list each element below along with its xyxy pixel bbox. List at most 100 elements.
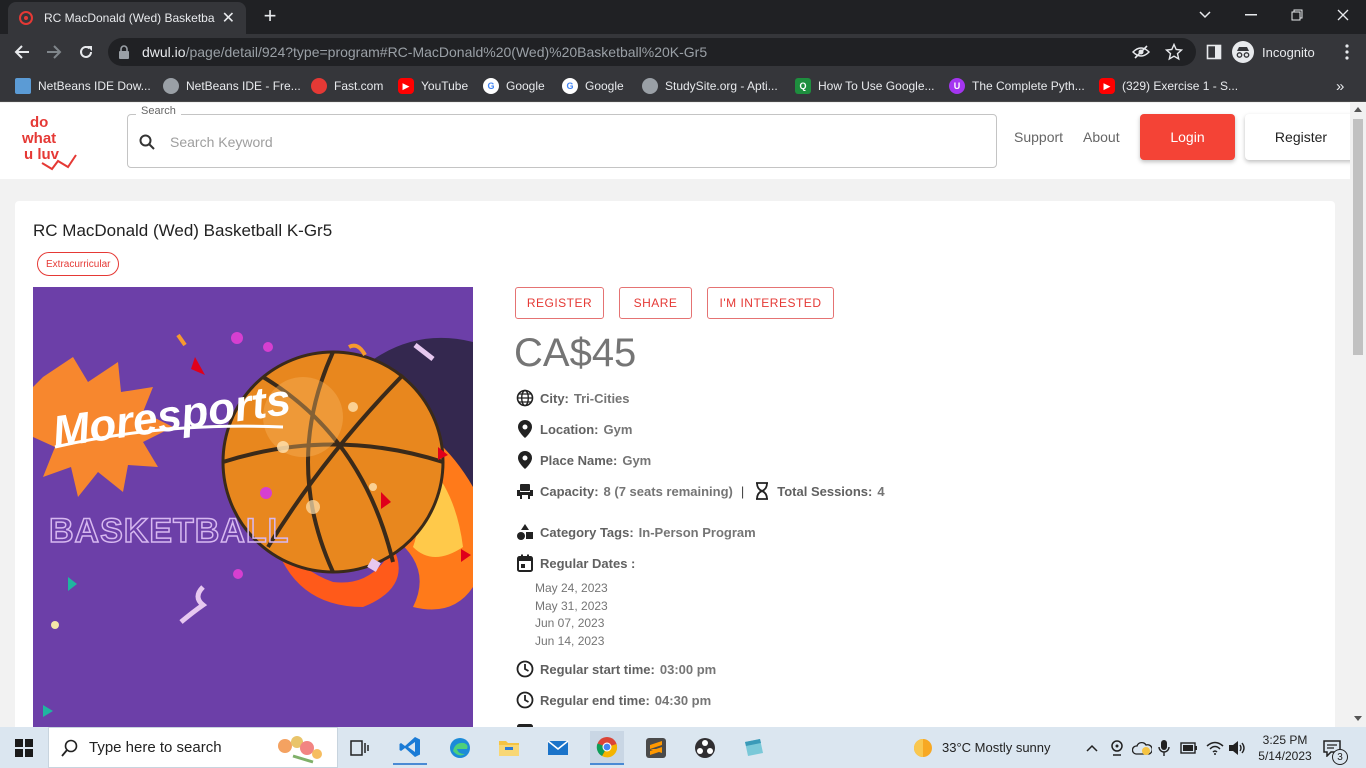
volume-icon[interactable] [1228, 727, 1246, 768]
bookmark-item[interactable]: G Google [562, 76, 624, 96]
forward-icon[interactable] [41, 39, 67, 65]
address-bar[interactable]: dwul.io/page/detail/924?type=program#RC-… [108, 38, 1196, 66]
lock-icon[interactable] [118, 45, 130, 59]
restore-icon[interactable] [1274, 0, 1320, 30]
incognito-label: Incognito [1262, 44, 1315, 60]
notifications-count: 3 [1332, 749, 1348, 765]
sublime-icon[interactable] [639, 731, 673, 765]
bookmark-star-icon[interactable] [1165, 43, 1183, 61]
program-title: RC MacDonald (Wed) Basketball K-Gr5 [33, 221, 333, 240]
svg-text:what: what [21, 130, 56, 147]
bookmark-item[interactable]: Fast.com [311, 76, 383, 96]
youtube-icon: ▶ [398, 78, 414, 94]
close-window-icon[interactable] [1320, 0, 1366, 30]
capacity-label: Capacity: [540, 483, 599, 499]
windows-start-icon[interactable] [7, 731, 41, 765]
onedrive-icon[interactable] [1132, 727, 1152, 768]
bookmark-item[interactable]: Q How To Use Google... [795, 76, 935, 96]
obs-icon[interactable] [688, 731, 722, 765]
clock-date: 5/14/2023 [1258, 748, 1312, 763]
battery-icon[interactable] [1180, 727, 1198, 768]
vscode-icon[interactable] [393, 731, 427, 765]
notifications-icon[interactable]: 3 [1322, 727, 1348, 768]
sun-icon [912, 737, 934, 759]
incognito-badge[interactable]: Incognito [1232, 38, 1315, 66]
bookmark-item[interactable]: NetBeans IDE Dow... [15, 76, 151, 96]
webcam-icon[interactable] [1110, 727, 1124, 768]
incognito-icon [1232, 41, 1254, 63]
capacity-row: Capacity: 8 (7 seats remaining) | Total … [515, 480, 885, 502]
minimize-icon[interactable] [1228, 0, 1274, 30]
browser-tab[interactable]: RC MacDonald (Wed) Basketball K-Gr5 ✕ [8, 2, 246, 34]
new-tab-icon[interactable]: + [258, 4, 282, 28]
category-row: Category Tags: In-Person Program [515, 521, 756, 543]
register-header-button[interactable]: Register [1245, 114, 1357, 160]
start-time-label: Regular start time: [540, 661, 655, 677]
hero-sport-text: BASKETBALL [49, 512, 289, 550]
bookmark-item[interactable]: ▶ (329) Exercise 1 - S... [1099, 76, 1238, 96]
tab-search-icon[interactable] [1182, 0, 1228, 30]
bookmark-item[interactable]: G Google [483, 76, 545, 96]
bookmark-label: StudySite.org - Apti... [665, 79, 778, 93]
bookmark-item[interactable]: StudySite.org - Apti... [642, 76, 778, 96]
location-row: Location: Gym [515, 418, 632, 440]
clock-icon [515, 690, 535, 710]
tab-close-icon[interactable]: ✕ [221, 8, 236, 28]
search-icon[interactable] [139, 134, 155, 150]
globe-icon [163, 78, 179, 94]
seat-icon [515, 481, 535, 501]
nav-about-link[interactable]: About [1083, 129, 1120, 145]
kebab-menu-icon[interactable] [1334, 39, 1360, 65]
category-label: Category Tags: [540, 524, 634, 540]
clock-widget[interactable]: 3:25 PM 5/14/2023 [1252, 727, 1318, 768]
svg-text:u luv: u luv [24, 146, 60, 163]
back-icon[interactable] [9, 39, 35, 65]
mail-icon[interactable] [541, 731, 575, 765]
app-window-icon[interactable] [737, 731, 771, 765]
bookmark-label: Google [506, 79, 545, 93]
bookmark-label: Fast.com [334, 79, 384, 93]
scroll-down-icon[interactable] [1354, 716, 1362, 721]
bookmark-item[interactable]: NetBeans IDE - Fre... [163, 76, 301, 96]
microphone-icon[interactable] [1158, 727, 1170, 768]
category-chip[interactable]: Extracurricular [37, 252, 120, 276]
bookmark-item[interactable]: ▶ YouTube [398, 76, 468, 96]
taskbar-search[interactable]: Type here to search [48, 727, 338, 768]
page-scrollbar[interactable] [1350, 103, 1366, 727]
eye-off-icon[interactable] [1132, 44, 1150, 60]
program-card: RC MacDonald (Wed) Basketball K-Gr5 Extr… [15, 201, 1335, 727]
location-value: Gym [603, 421, 633, 437]
program-price: CA$45 [514, 331, 637, 375]
side-panel-icon[interactable] [1201, 39, 1227, 65]
wifi-icon[interactable] [1206, 727, 1224, 768]
url-path: /page/detail/924?type=program#RC-MacDona… [185, 44, 708, 60]
search-box[interactable]: Search [127, 105, 997, 168]
scroll-up-icon[interactable] [1354, 107, 1362, 112]
register-program-button[interactable]: REGISTER [515, 287, 604, 319]
search-input[interactable] [170, 131, 970, 153]
show-hidden-icons[interactable] [1086, 727, 1098, 768]
bookmark-label: Google [585, 79, 624, 93]
browser-tab-bar: RC MacDonald (Wed) Basketball K-Gr5 ✕ + [0, 0, 1366, 34]
more-bookmarks-icon[interactable]: » [1336, 76, 1344, 96]
map-pin-icon [515, 450, 535, 470]
cube-icon [15, 78, 31, 94]
browser-toolbar: dwul.io/page/detail/924?type=program#RC-… [0, 34, 1366, 70]
reload-icon[interactable] [73, 39, 99, 65]
file-explorer-icon[interactable] [492, 731, 526, 765]
nav-support-link[interactable]: Support [1014, 129, 1063, 145]
interested-button[interactable]: I'M INTERESTED [707, 287, 834, 319]
category-shapes-icon [515, 522, 535, 542]
bookmark-item[interactable]: U The Complete Pyth... [949, 76, 1085, 96]
flowers-icon [273, 732, 327, 766]
city-row: City: Tri-Cities [515, 387, 630, 409]
dates-label: Regular Dates : [540, 555, 636, 571]
task-view-icon[interactable] [343, 731, 377, 765]
weather-widget[interactable]: 33°C Mostly sunny [912, 727, 1051, 768]
login-button[interactable]: Login [1140, 114, 1235, 160]
scroll-thumb[interactable] [1353, 119, 1363, 355]
site-logo[interactable]: do what u luv [20, 111, 82, 171]
chrome-icon[interactable] [590, 731, 624, 765]
edge-icon[interactable] [443, 731, 477, 765]
share-button[interactable]: SHARE [619, 287, 692, 319]
